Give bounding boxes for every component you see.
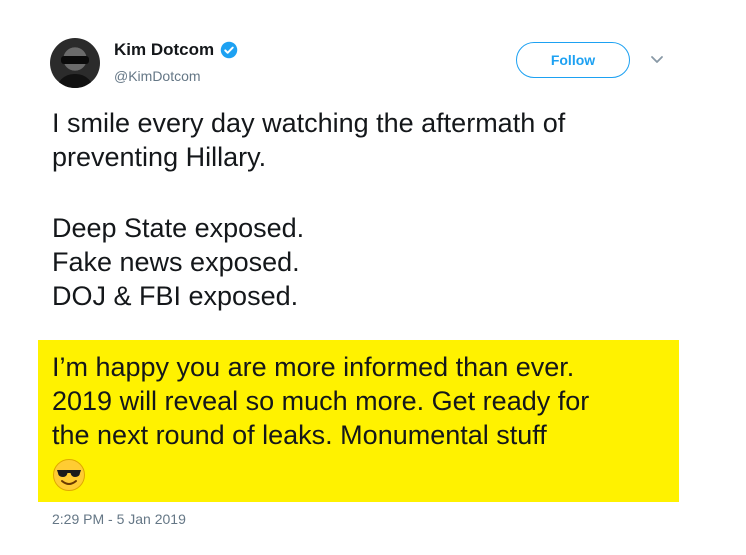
user-handle[interactable]: @KimDotcom	[114, 68, 201, 84]
avatar-sunglasses	[61, 56, 89, 64]
tweet-line: I smile every day watching the aftermath…	[52, 108, 566, 138]
tweet-line: Fake news exposed.	[52, 247, 300, 277]
author-name-row: Kim Dotcom	[114, 40, 238, 60]
avatar[interactable]	[50, 38, 100, 88]
chevron-down-icon[interactable]	[650, 55, 664, 65]
tweet-line: DOJ & FBI exposed.	[52, 281, 299, 311]
sunglasses-emoji-icon	[53, 459, 85, 491]
tweet-paragraph-2: Deep State exposed. Fake news exposed. D…	[52, 211, 304, 313]
display-name[interactable]: Kim Dotcom	[114, 40, 214, 60]
tweet-card: Kim Dotcom @KimDotcom Follow I smile eve…	[0, 0, 746, 555]
tweet-line: preventing Hillary.	[52, 142, 267, 172]
tweet-line: the next round of leaks. Monumental stuf…	[52, 420, 547, 450]
tweet-paragraph-3-highlighted: I’m happy you are more informed than eve…	[52, 350, 589, 452]
avatar-shoulders	[56, 74, 94, 88]
tweet-paragraph-1: I smile every day watching the aftermath…	[52, 106, 565, 174]
tweet-line: Deep State exposed.	[52, 213, 305, 243]
tweet-timestamp[interactable]: 2:29 PM - 5 Jan 2019	[52, 511, 186, 527]
follow-button[interactable]: Follow	[516, 42, 630, 78]
verified-badge-icon	[220, 41, 238, 59]
tweet-line: 2019 will reveal so much more. Get ready…	[52, 386, 590, 416]
tweet-line: I’m happy you are more informed than eve…	[52, 352, 575, 382]
